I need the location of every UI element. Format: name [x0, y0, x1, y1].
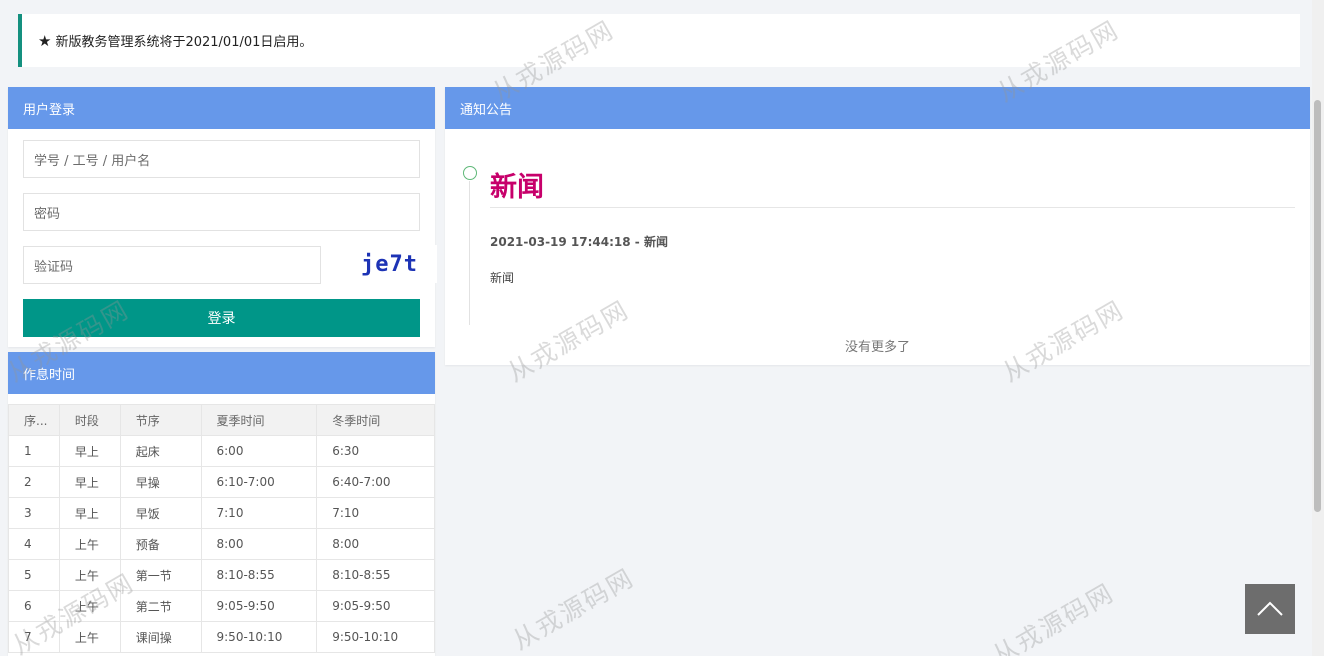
system-notice-text: 新版教务管理系统将于2021/01/01日启用。: [55, 35, 313, 50]
news-divider: [490, 207, 1295, 208]
watermark: 从戎源码网: [507, 562, 639, 656]
table-cell: 8:10-8:55: [316, 559, 435, 591]
table-cell: 上午: [58, 621, 121, 653]
table-cell: 8:00: [200, 528, 318, 560]
table-row[interactable]: 2 早上 早操 6:10-7:00 6:40-7:00: [8, 466, 435, 498]
scrollbar-thumb[interactable]: [1314, 100, 1321, 512]
table-cell: 6:10-7:00: [200, 466, 318, 498]
star-icon: ★: [38, 31, 52, 50]
table-cell: 第二节: [119, 590, 202, 622]
table-cell: 起床: [119, 435, 202, 467]
vertical-scrollbar[interactable]: [1312, 0, 1324, 656]
table-cell: 预备: [119, 528, 202, 560]
table-cell: 早上: [58, 497, 121, 529]
login-panel-header: 用户登录: [8, 87, 435, 129]
table-cell: 7:10: [200, 497, 318, 529]
schedule-table: 序... 时段 节序 夏季时间 冬季时间 1 早上 起床 6:00 6:30 2: [8, 404, 435, 653]
username-placeholder: 学号 / 工号 / 用户名: [34, 153, 151, 169]
no-more-text: 没有更多了: [844, 340, 910, 355]
table-cell: 早操: [119, 466, 202, 498]
column-header[interactable]: 序...: [8, 404, 60, 436]
table-cell: 第一节: [119, 559, 202, 591]
table-row[interactable]: 3 早上 早饭 7:10 7:10: [8, 497, 435, 529]
table-row[interactable]: 6 上午 第二节 9:05-9:50 9:05-9:50: [8, 590, 435, 622]
table-cell: 上午: [58, 590, 121, 622]
table-cell: 8:10-8:55: [200, 559, 318, 591]
news-body: 新闻: [490, 271, 515, 285]
table-cell: 早饭: [119, 497, 202, 529]
captcha-code: je7t: [361, 251, 418, 277]
table-cell: 7: [8, 621, 60, 653]
table-cell: 6:30: [316, 435, 435, 467]
system-notice-bar: ★ 新版教务管理系统将于2021/01/01日启用。: [18, 14, 1300, 67]
table-cell: 早上: [58, 466, 121, 498]
chevron-up-icon: [1257, 601, 1283, 616]
table-cell: 4: [8, 528, 60, 560]
schedule-panel: 作息时间 序... 时段 节序 夏季时间 冬季时间 1 早上 起床 6:00 6…: [8, 352, 435, 656]
table-cell: 1: [8, 435, 60, 467]
news-meta: 2021-03-19 17:44:18 - 新闻: [490, 235, 668, 249]
table-cell: 上午: [58, 559, 121, 591]
password-placeholder: 密码: [34, 206, 61, 222]
news-title[interactable]: 新闻: [490, 165, 544, 204]
page: ★ 新版教务管理系统将于2021/01/01日启用。 用户登录 学号 / 工号 …: [0, 0, 1324, 656]
table-cell: 9:05-9:50: [316, 590, 435, 622]
table-cell: 课间操: [119, 621, 202, 653]
table-cell: 2: [8, 466, 60, 498]
timeline-line: [469, 181, 470, 325]
table-cell: 9:50-10:10: [200, 621, 318, 653]
table-cell: 上午: [58, 528, 121, 560]
table-cell: 早上: [58, 435, 121, 467]
table-cell: 5: [8, 559, 60, 591]
table-cell: 3: [8, 497, 60, 529]
watermark: 从戎源码网: [987, 577, 1119, 656]
captcha-image[interactable]: je7t: [342, 245, 437, 283]
login-button[interactable]: 登录: [23, 299, 420, 337]
back-to-top-button[interactable]: [1245, 584, 1295, 634]
table-row[interactable]: 5 上午 第一节 8:10-8:55 8:10-8:55: [8, 559, 435, 591]
column-header[interactable]: 节序: [119, 404, 202, 436]
table-row[interactable]: 1 早上 起床 6:00 6:30: [8, 435, 435, 467]
captcha-input[interactable]: 验证码: [23, 246, 321, 284]
column-header[interactable]: 夏季时间: [200, 404, 318, 436]
table-cell: 6: [8, 590, 60, 622]
announcements-panel-header: 通知公告: [445, 87, 1310, 129]
table-cell: 9:05-9:50: [200, 590, 318, 622]
login-panel-title: 用户登录: [23, 102, 76, 118]
login-panel: 用户登录 学号 / 工号 / 用户名 密码 验证码 je7t 登录: [8, 87, 437, 347]
captcha-placeholder: 验证码: [34, 259, 74, 275]
schedule-panel-header: 作息时间: [8, 352, 435, 394]
table-row[interactable]: 4 上午 预备 8:00 8:00: [8, 528, 435, 560]
table-cell: 6:00: [200, 435, 318, 467]
schedule-panel-title: 作息时间: [23, 367, 76, 383]
column-header[interactable]: 时段: [58, 404, 121, 436]
announcements-panel: 通知公告 新闻 2021-03-19 17:44:18 - 新闻 新闻 没有更多…: [445, 87, 1310, 365]
table-row[interactable]: 7 上午 课间操 9:50-10:10 9:50-10:10: [8, 621, 435, 653]
timeline-dot-icon: [463, 166, 477, 180]
table-cell: 7:10: [316, 497, 435, 529]
login-button-label: 登录: [207, 311, 236, 327]
table-cell: 6:40-7:00: [316, 466, 435, 498]
table-cell: 8:00: [316, 528, 435, 560]
column-header[interactable]: 冬季时间: [316, 404, 435, 436]
table-header-row: 序... 时段 节序 夏季时间 冬季时间: [8, 404, 435, 436]
announcements-panel-title: 通知公告: [460, 102, 513, 118]
password-input[interactable]: 密码: [23, 193, 420, 231]
username-input[interactable]: 学号 / 工号 / 用户名: [23, 140, 420, 178]
table-cell: 9:50-10:10: [316, 621, 435, 653]
